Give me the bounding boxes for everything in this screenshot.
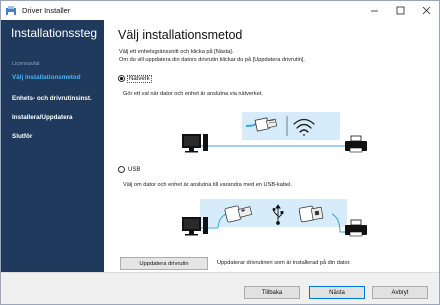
installer-window: Driver Installer Installationssteg Licen… bbox=[0, 0, 440, 305]
minimize-icon bbox=[370, 10, 378, 12]
next-button[interactable]: Nästa bbox=[309, 286, 365, 299]
cancel-button[interactable]: Avbryt bbox=[372, 286, 428, 299]
steps-sidebar: Installationssteg Licensavtal Välj insta… bbox=[1, 20, 104, 272]
back-button[interactable]: Tillbaka bbox=[244, 286, 300, 299]
usb-printer-icon bbox=[345, 219, 367, 237]
sidebar-step-completed: Licensavtal bbox=[12, 61, 40, 67]
window-title: Driver Installer bbox=[22, 6, 71, 15]
close-icon bbox=[422, 6, 430, 15]
sidebar-step-finish: Slutför bbox=[12, 133, 33, 140]
close-button[interactable] bbox=[413, 1, 439, 20]
usb-computer-icon bbox=[182, 217, 208, 236]
update-driver-button[interactable]: Uppdatera drivrutin bbox=[120, 257, 208, 270]
sidebar-step-choose-method: Välj installationsmetod bbox=[12, 74, 81, 81]
sidebar-step-device-driver: Enhets- och drivrutinsinst. bbox=[12, 95, 92, 102]
minimize-button[interactable] bbox=[361, 1, 387, 20]
usb-illustration bbox=[182, 199, 367, 237]
sidebar-title: Installationssteg bbox=[11, 26, 98, 40]
app-icon bbox=[6, 5, 16, 15]
main-panel: Välj installationsmetod Välj ett enhetsg… bbox=[104, 20, 439, 272]
sidebar-step-install-update: Installera/Uppdatera bbox=[12, 114, 73, 121]
usb-illustration-panel bbox=[200, 199, 347, 227]
window-controls bbox=[361, 1, 439, 20]
title-bar: Driver Installer bbox=[1, 1, 439, 20]
footer-bar: Tillbaka Nästa Avbryt bbox=[1, 272, 439, 304]
maximize-icon bbox=[396, 6, 404, 15]
update-driver-note: Uppdaterar drivrutinen som är installera… bbox=[217, 260, 351, 266]
maximize-button[interactable] bbox=[387, 1, 413, 20]
